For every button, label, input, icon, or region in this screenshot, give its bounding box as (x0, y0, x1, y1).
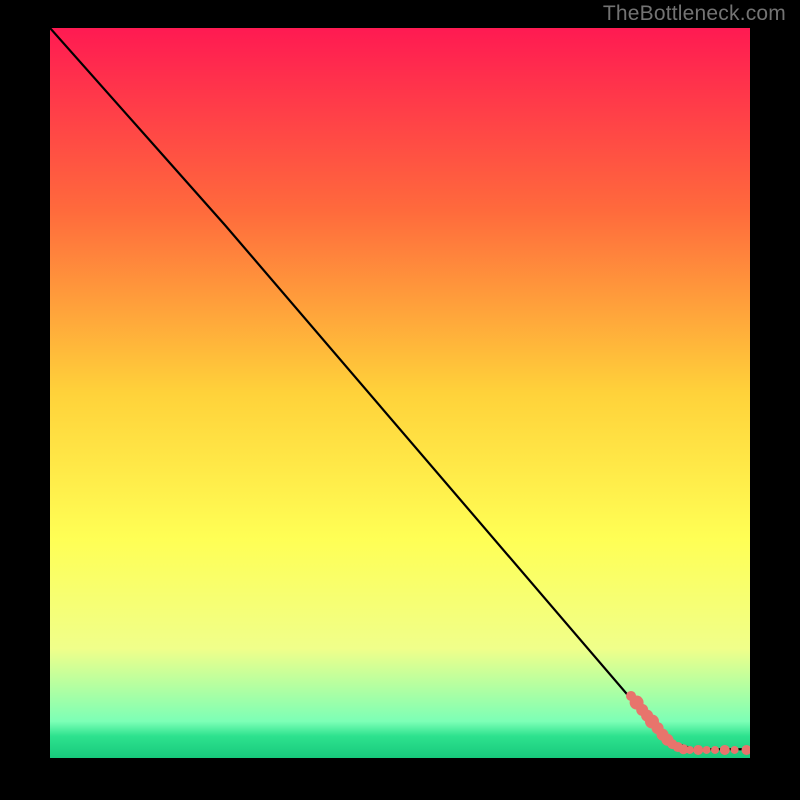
chart-area (50, 28, 750, 758)
data-point (693, 745, 703, 755)
heat-background (50, 28, 750, 758)
data-point (686, 746, 694, 754)
chart-svg (50, 28, 750, 758)
data-point (711, 746, 719, 754)
data-point (731, 746, 739, 754)
data-point (720, 745, 730, 755)
data-point (703, 746, 711, 754)
watermark-text: TheBottleneck.com (603, 2, 786, 26)
